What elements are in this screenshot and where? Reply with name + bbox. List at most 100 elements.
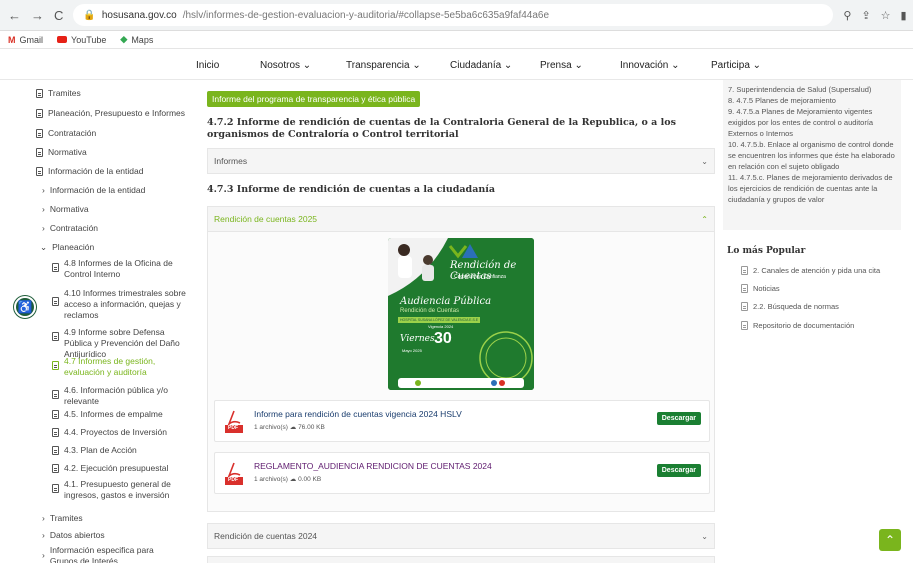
chevron-right-icon: ›: [42, 204, 45, 214]
toc-box: 7. Superintendencia de Salud (Supersalud…: [723, 80, 901, 230]
file-meta: 1 archivo(s) ☁ 76.00 KB: [254, 424, 325, 431]
chevron-up-icon: ⌃: [701, 214, 708, 224]
bookmarks-bar: M Gmail YouTube ◆ Maps: [0, 31, 913, 49]
document-icon: [741, 321, 748, 330]
bookmark-gmail[interactable]: M Gmail: [8, 35, 43, 45]
poster-line2: Rendición de Cuentas: [400, 308, 460, 314]
file-title[interactable]: REGLAMENTO_AUDIENCIA RENDICION DE CUENTA…: [254, 461, 492, 471]
gmail-icon: M: [8, 34, 16, 45]
sidebar-sub-planeacion[interactable]: ⌄ Planeación: [40, 242, 94, 253]
bookmark-youtube[interactable]: YouTube: [57, 35, 106, 45]
zoom-icon[interactable]: ⚲: [843, 9, 851, 22]
section-heading-4-7-2: 4.7.2 Informe de rendición de cuentas de…: [207, 117, 676, 140]
sidebar-sub-tramites[interactable]: › Tramites: [42, 513, 83, 524]
bookmark-maps[interactable]: ◆ Maps: [120, 34, 153, 45]
nav-prensa[interactable]: Prensa ⌄: [540, 60, 583, 71]
accordion-rendicion-2025[interactable]: Rendición de cuentas 2025 ⌃: [207, 206, 715, 232]
sidebar-leaf-4-3[interactable]: 4.3. Plan de Acción: [52, 445, 137, 456]
nav-ciudadania[interactable]: Ciudadanía ⌄: [450, 60, 512, 71]
document-icon: [36, 129, 43, 138]
reload-icon[interactable]: C: [54, 8, 63, 23]
accordion-panel-2025: Rendición de Cuentas Construimos Confian…: [207, 232, 715, 512]
chevron-right-icon: ›: [42, 550, 45, 560]
sidebar-leaf-4-4[interactable]: 4.4. Proyectos de Inversión: [52, 427, 167, 438]
sidebar-leaf-4-8[interactable]: 4.8 Informes de la Oficina de Control In…: [52, 258, 187, 280]
browser-toolbar: ← → C 🔒 hosusana.gov.co/hslv/informes-de…: [0, 0, 913, 31]
chevron-up-icon: ⌃: [884, 533, 896, 547]
nav-nosotros[interactable]: Nosotros ⌄: [260, 60, 311, 71]
sidebar-leaf-4-5[interactable]: 4.5. Informes de empalme: [52, 409, 163, 420]
poster-month: Mayo 2025: [402, 348, 422, 353]
document-icon: [52, 484, 59, 493]
document-icon: [52, 410, 59, 419]
accordion-informes[interactable]: Informes ⌄: [207, 148, 715, 174]
chevron-down-icon: ⌄: [40, 242, 48, 252]
sidebar-leaf-4-1[interactable]: 4.1. Presupuesto general de ingresos, ga…: [52, 479, 187, 501]
toc-item[interactable]: 8. 4.7.5 Planes de mejoramiento: [728, 95, 896, 106]
sidebar-leaf-4-10[interactable]: 4.10 Informes trimestrales sobre acceso …: [52, 288, 187, 321]
sidebar-leaf-4-7-active[interactable]: 4.7 Informes de gestión, evaluación y au…: [52, 356, 187, 378]
toc-item[interactable]: 10. 4.7.5.b. Enlace al organismo de cont…: [728, 139, 896, 172]
lock-icon: 🔒: [83, 9, 96, 21]
forward-icon[interactable]: →: [31, 8, 44, 23]
sidebar-leaf-4-2[interactable]: 4.2. Ejecución presupuestal: [52, 463, 168, 474]
toc-item[interactable]: 9. 4.7.5.a Planes de Mejoramiento vigent…: [728, 106, 896, 139]
download-button[interactable]: Descargar: [656, 464, 701, 477]
popular-item[interactable]: 2.2. Búsqueda de normas: [741, 301, 839, 311]
document-icon: [52, 297, 59, 306]
sidebar-sub-normativa[interactable]: › Normativa: [42, 204, 89, 215]
nav-transparencia[interactable]: Transparencia ⌄: [346, 60, 421, 71]
bookmark-star-icon[interactable]: ☆: [881, 9, 891, 22]
file-type-label: PDF: [228, 477, 238, 483]
file-item-informe[interactable]: PDF Informe para rendición de cuentas vi…: [214, 400, 710, 442]
file-type-label: PDF: [228, 425, 238, 431]
sidebar-sub-contratacion[interactable]: › Contratación: [42, 223, 98, 234]
toc-item[interactable]: 11. 4.7.5.c. Planes de mejoramiento deri…: [728, 172, 896, 205]
sidebar: Tramites Planeación, Presupuesto e Infor…: [0, 80, 195, 563]
back-icon[interactable]: ←: [8, 8, 21, 23]
back-to-top-button[interactable]: ⌃: [879, 529, 901, 551]
chevron-right-icon: ›: [42, 530, 45, 540]
download-button[interactable]: Descargar: [656, 412, 701, 425]
document-icon: [52, 464, 59, 473]
popular-item[interactable]: Noticias: [741, 283, 780, 293]
sidebar-sub-grupos-interes[interactable]: › Información especifica para Grupos de I…: [42, 545, 182, 563]
poster-year: Vigencia 2024: [428, 324, 454, 329]
document-icon: [52, 332, 59, 341]
chevron-down-icon: ⌄: [701, 531, 708, 541]
sidebar-item-normativa[interactable]: Normativa: [36, 147, 87, 158]
nav-innovacion[interactable]: Innovación ⌄: [620, 60, 680, 71]
toc-item[interactable]: 7. Superintendencia de Salud (Supersalud…: [728, 84, 896, 95]
file-title[interactable]: Informe para rendición de cuentas vigenc…: [254, 409, 462, 419]
file-item-reglamento[interactable]: PDF REGLAMENTO_AUDIENCIA RENDICION DE CU…: [214, 452, 710, 494]
sidebar-item-informacion-entidad[interactable]: Información de la entidad: [36, 166, 143, 177]
popular-item[interactable]: Repositorio de documentación: [741, 320, 854, 330]
sidepanel-icon[interactable]: ▮: [901, 9, 907, 22]
sidebar-sub-informacion-entidad[interactable]: › Información de la entidad: [42, 185, 145, 196]
accessibility-button[interactable]: ♿: [14, 296, 36, 318]
accordion-next[interactable]: [207, 556, 715, 563]
popular-heading: Lo más Popular: [727, 246, 806, 256]
accordion-rendicion-2024[interactable]: Rendición de cuentas 2024 ⌄: [207, 523, 715, 549]
poster-date: 30: [434, 330, 452, 347]
popular-item[interactable]: 2. Canales de atención y pida una cita: [741, 265, 880, 275]
document-icon: [52, 390, 59, 399]
site-nav: Inicio Nosotros ⌄ Transparencia ⌄ Ciudad…: [0, 50, 913, 80]
sidebar-item-planeacion-presupuesto[interactable]: Planeación, Presupuesto e Informes: [36, 108, 185, 119]
sidebar-sub-datos-abiertos[interactable]: › Datos abiertos: [42, 530, 105, 541]
sidebar-item-contratacion[interactable]: Contratación: [36, 128, 96, 139]
nav-participa[interactable]: Participa ⌄: [711, 60, 761, 71]
share-icon[interactable]: ⇪: [861, 9, 870, 22]
sidebar-item-tramites[interactable]: Tramites: [36, 88, 81, 99]
address-bar[interactable]: 🔒 hosusana.gov.co/hslv/informes-de-gesti…: [73, 4, 834, 26]
nav-inicio[interactable]: Inicio: [196, 60, 219, 71]
sidebar-leaf-4-6[interactable]: 4.6. Información pública y/o relevante: [52, 385, 187, 407]
event-poster[interactable]: Rendición de Cuentas Construimos Confian…: [388, 238, 534, 390]
document-icon: [741, 284, 748, 293]
main-content: Informe del programa de transparencia y …: [207, 80, 717, 563]
chevron-right-icon: ›: [42, 185, 45, 195]
document-icon: [741, 302, 748, 311]
document-icon: [52, 428, 59, 437]
transparency-badge[interactable]: Informe del programa de transparencia y …: [207, 91, 421, 107]
chevron-right-icon: ›: [42, 513, 45, 523]
